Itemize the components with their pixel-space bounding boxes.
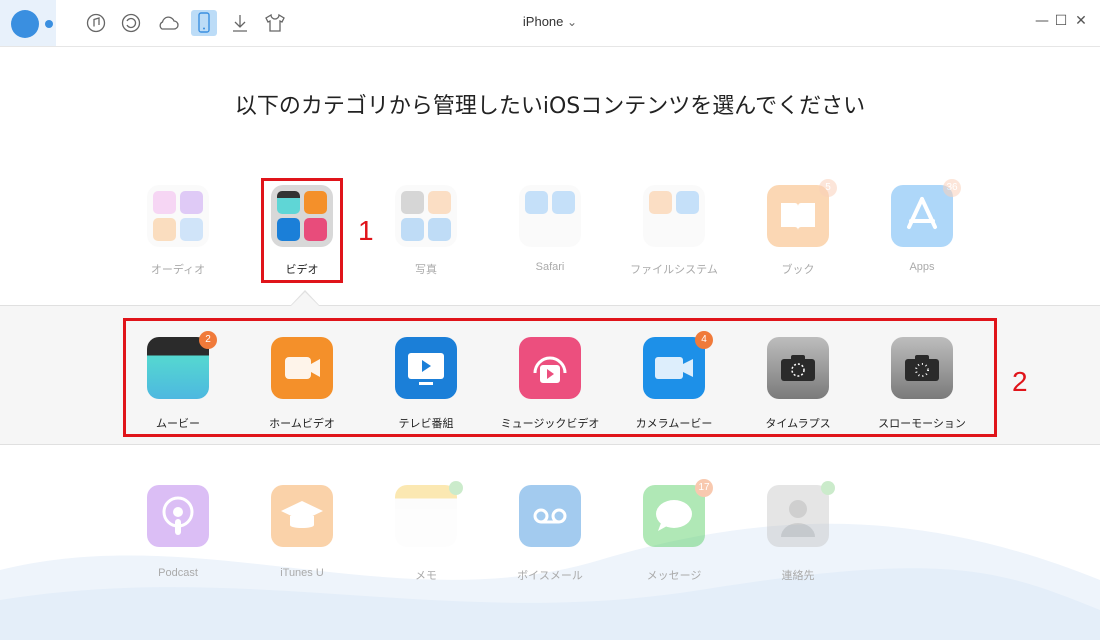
voicemail-icon bbox=[519, 485, 581, 547]
category-filesystem[interactable]: ファイルシステム bbox=[629, 185, 719, 277]
category-photos[interactable]: 写真 bbox=[381, 185, 471, 277]
category-label: メモ bbox=[415, 570, 437, 582]
category-audio[interactable]: オーディオ bbox=[133, 185, 223, 277]
anytrans-logo-icon bbox=[11, 10, 39, 38]
category-podcast[interactable]: Podcast bbox=[133, 485, 223, 579]
cloud-badge-icon bbox=[821, 481, 835, 495]
audio-category-icon bbox=[147, 185, 209, 247]
close-button[interactable]: ✕ bbox=[1074, 14, 1088, 28]
restore-icon[interactable] bbox=[118, 10, 144, 36]
podcast-icon bbox=[147, 485, 209, 547]
download-icon[interactable] bbox=[227, 10, 253, 36]
app-store-icon: 36 bbox=[891, 179, 961, 247]
category-label: ボイスメール bbox=[517, 570, 583, 582]
device-selector[interactable]: iPhone ⌄ bbox=[500, 14, 600, 29]
highlight-box-2 bbox=[123, 318, 997, 437]
cloud-badge-icon bbox=[449, 481, 463, 495]
music-icon[interactable] bbox=[83, 10, 109, 36]
category-books[interactable]: 5 ブック bbox=[753, 179, 843, 277]
annotation-number-1: 1 bbox=[358, 215, 374, 246]
menu-dropdown-icon[interactable] bbox=[45, 20, 53, 28]
cloud-icon[interactable] bbox=[155, 10, 181, 36]
photos-category-icon bbox=[395, 185, 457, 247]
category-safari[interactable]: Safari bbox=[505, 185, 595, 273]
badge-count: 36 bbox=[943, 179, 961, 197]
category-label: 連絡先 bbox=[781, 570, 815, 582]
book-icon: 5 bbox=[767, 179, 837, 247]
filesystem-category-icon bbox=[643, 185, 705, 247]
category-label: Podcast bbox=[158, 567, 198, 579]
badge-count: 5 bbox=[819, 179, 837, 197]
category-label: 写真 bbox=[415, 264, 437, 276]
highlight-box-1 bbox=[261, 178, 343, 283]
graduation-cap-icon bbox=[271, 485, 333, 547]
badge-count: 17 bbox=[695, 479, 713, 497]
phone-icon[interactable] bbox=[191, 10, 217, 36]
panel-pointer-inner bbox=[291, 292, 319, 306]
app-logo[interactable] bbox=[0, 0, 56, 46]
message-bubble-icon: 17 bbox=[643, 479, 713, 547]
category-notes[interactable]: メモ bbox=[381, 481, 471, 583]
category-voicemail[interactable]: ボイスメール bbox=[505, 485, 595, 583]
category-label: ファイルシステム bbox=[630, 264, 718, 276]
category-label: オーディオ bbox=[150, 264, 206, 276]
category-label: Apps bbox=[909, 261, 935, 273]
page-title: 以下のカテゴリから管理したいiOSコンテンツを選んでください bbox=[234, 94, 866, 119]
category-itunes-u[interactable]: iTunes U bbox=[257, 485, 347, 579]
maximize-button[interactable]: ☐ bbox=[1054, 14, 1068, 28]
category-apps[interactable]: 36 Apps bbox=[877, 179, 967, 273]
title-bar: iPhone ⌄ — ☐ ✕ bbox=[0, 0, 1100, 47]
category-label: Safari bbox=[535, 261, 565, 273]
minimize-button[interactable]: — bbox=[1035, 14, 1049, 28]
notes-icon bbox=[395, 481, 463, 547]
category-messages[interactable]: 17 メッセージ bbox=[629, 479, 719, 583]
contact-person-icon bbox=[767, 481, 835, 547]
annotation-number-2: 2 bbox=[1012, 366, 1028, 397]
chevron-down-icon: ⌄ bbox=[567, 15, 578, 29]
safari-category-icon bbox=[519, 185, 581, 247]
category-label: iTunes U bbox=[280, 567, 324, 579]
shirt-icon[interactable] bbox=[262, 10, 288, 36]
device-name: iPhone bbox=[522, 14, 564, 29]
category-label: ブック bbox=[781, 264, 815, 276]
category-label: メッセージ bbox=[646, 570, 702, 582]
category-contacts[interactable]: 連絡先 bbox=[753, 481, 843, 583]
